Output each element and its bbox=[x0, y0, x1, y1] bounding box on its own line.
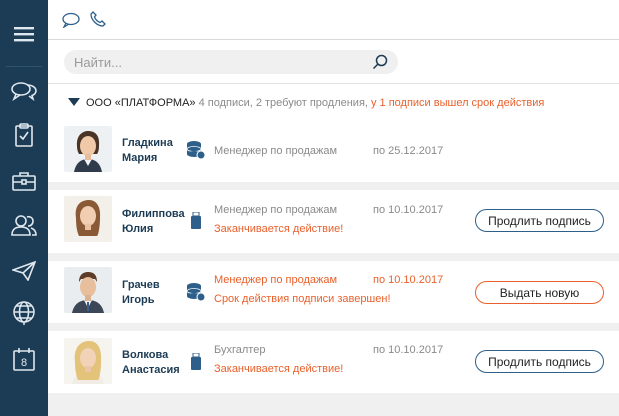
employee-validity-date: по 25.12.2017 bbox=[373, 145, 444, 157]
employee-row[interactable]: Волкова Анастасия Бухгалтер по 10.10.201… bbox=[48, 331, 619, 393]
phone-button[interactable] bbox=[90, 11, 106, 32]
employee-role: Бухгалтер bbox=[214, 344, 266, 356]
avatar bbox=[64, 267, 112, 313]
briefcase-icon bbox=[12, 172, 36, 191]
chat-icon bbox=[11, 82, 37, 101]
employee-first-name: Игорь bbox=[122, 294, 155, 306]
send-icon bbox=[12, 261, 36, 281]
chat-bubble-icon bbox=[62, 12, 80, 29]
employee-name: Волкова Анастасия bbox=[122, 348, 192, 378]
employee-row[interactable]: Гладкина Мария Менеджер по продажам по 2… bbox=[48, 118, 619, 182]
chat-button[interactable] bbox=[62, 12, 80, 33]
list-footer bbox=[48, 393, 619, 416]
employee-signature-status: Заканчивается действие! bbox=[214, 223, 344, 235]
clipboard-icon bbox=[15, 123, 33, 147]
divider bbox=[48, 83, 619, 84]
employee-role: Менеджер по продажам bbox=[214, 204, 338, 216]
employee-row[interactable]: Филиппова Юлия Менеджер по продажам по 1… bbox=[48, 190, 619, 253]
calendar-icon: 8 bbox=[13, 348, 35, 371]
employee-signature-status: Заканчивается действие! bbox=[214, 363, 344, 375]
employee-name: Филиппова Юлия bbox=[122, 207, 192, 237]
phone-icon bbox=[90, 11, 106, 27]
organization-name: ООО «ПЛАТФОРМА» bbox=[86, 97, 196, 109]
usb-token-icon bbox=[190, 352, 202, 376]
search-button[interactable] bbox=[372, 54, 388, 75]
organization-header: ООО «ПЛАТФОРМА» 4 подписи, 2 требуют про… bbox=[68, 94, 544, 112]
menu-button[interactable] bbox=[0, 14, 48, 54]
row-separator bbox=[48, 323, 619, 331]
triangle-down-icon bbox=[68, 98, 80, 106]
employee-name: Гладкина Мария bbox=[122, 136, 192, 166]
token-disk-icon bbox=[186, 282, 206, 307]
sidebar-item-network[interactable] bbox=[0, 298, 48, 328]
avatar bbox=[64, 196, 112, 242]
issue-new-signature-button[interactable]: Выдать новую bbox=[475, 281, 604, 304]
employee-last-name: Гладкина bbox=[122, 137, 173, 149]
sidebar-item-cases[interactable] bbox=[0, 166, 48, 196]
search-input[interactable] bbox=[74, 52, 364, 72]
employee-first-name: Анастасия bbox=[122, 364, 180, 376]
sidebar-item-chats[interactable] bbox=[0, 76, 48, 106]
sidebar-item-contacts[interactable] bbox=[0, 210, 48, 240]
employee-first-name: Мария bbox=[122, 152, 158, 164]
employee-last-name: Волкова bbox=[122, 349, 169, 361]
calendar-day-label: 8 bbox=[21, 357, 27, 369]
row-separator bbox=[48, 253, 619, 261]
employee-first-name: Юлия bbox=[122, 223, 154, 235]
employee-validity-date: по 10.10.2017 bbox=[373, 274, 444, 286]
avatar bbox=[64, 338, 112, 384]
sidebar-item-calendar[interactable]: 8 bbox=[0, 344, 48, 374]
menu-icon bbox=[14, 27, 34, 42]
top-bar bbox=[48, 0, 619, 40]
employee-last-name: Грачев bbox=[122, 279, 160, 291]
search-icon bbox=[372, 54, 388, 70]
employee-role: Менеджер по продажам bbox=[214, 274, 338, 286]
globe-icon bbox=[13, 301, 35, 325]
sidebar-item-tasks[interactable] bbox=[0, 120, 48, 150]
sidebar-item-messages[interactable] bbox=[0, 256, 48, 286]
employee-validity-date: по 10.10.2017 bbox=[373, 344, 444, 356]
organization-summary: 4 подписи, 2 требуют продления, bbox=[198, 97, 368, 109]
search-bar bbox=[64, 50, 398, 74]
sidebar: 8 bbox=[0, 0, 48, 416]
users-icon bbox=[11, 215, 37, 236]
sidebar-divider bbox=[6, 66, 42, 67]
renew-signature-button[interactable]: Продлить подпись bbox=[475, 209, 604, 232]
avatar bbox=[64, 126, 112, 172]
organization-alert: у 1 подписи вышел срок действия bbox=[370, 97, 545, 109]
employee-name: Грачев Игорь bbox=[122, 278, 192, 308]
renew-signature-button[interactable]: Продлить подпись bbox=[475, 350, 604, 373]
employee-signature-status: Срок действия подписи завершен! bbox=[214, 293, 391, 305]
row-separator bbox=[48, 182, 619, 190]
usb-token-icon bbox=[190, 211, 202, 235]
token-disk-icon bbox=[186, 140, 206, 165]
employee-row[interactable]: Грачев Игорь Менеджер по продажам по 10.… bbox=[48, 261, 619, 323]
employee-validity-date: по 10.10.2017 bbox=[373, 204, 444, 216]
employee-role: Менеджер по продажам bbox=[214, 145, 338, 157]
collapse-toggle[interactable] bbox=[68, 98, 80, 110]
employee-last-name: Филиппова bbox=[122, 208, 185, 220]
